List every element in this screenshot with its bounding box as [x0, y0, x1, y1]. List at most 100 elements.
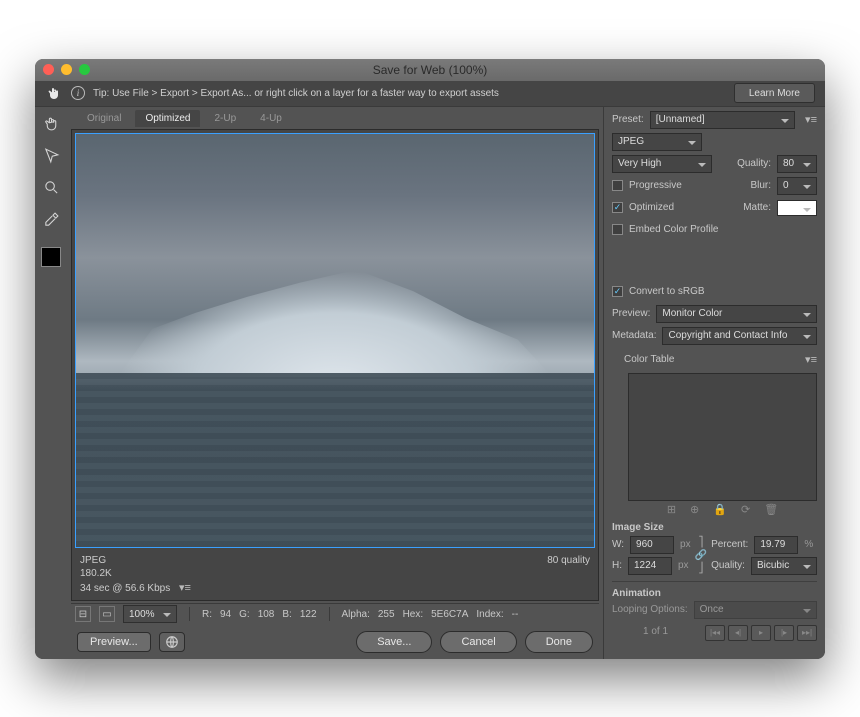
preview-info: JPEG 80 quality 180.2K 34 sec @ 56.6 Kbp… — [72, 551, 598, 600]
quality-preset-select[interactable]: Very High — [612, 155, 712, 173]
info-format: JPEG — [80, 555, 106, 566]
color-table-flyout-icon[interactable]: ▾≡ — [805, 353, 817, 366]
tab-4up[interactable]: 4-Up — [250, 110, 292, 127]
animation-header: Animation — [612, 588, 661, 599]
preview-area: JPEG 80 quality 180.2K 34 sec @ 56.6 Kbp… — [71, 129, 599, 601]
tip-text: Tip: Use File > Export > Export As... or… — [93, 88, 726, 99]
ct-icon[interactable]: ⊕ — [690, 503, 699, 516]
info-quality: 80 quality — [547, 555, 590, 566]
looping-select: Once — [694, 601, 817, 619]
b-value: 122 — [300, 609, 317, 620]
quality-input[interactable]: 80 — [777, 155, 817, 173]
hand-tool-icon[interactable] — [39, 113, 63, 135]
preview-image[interactable] — [75, 133, 595, 548]
resample-label: Quality: — [711, 560, 745, 571]
zoom-select[interactable]: 100% — [123, 605, 177, 623]
done-button[interactable]: Done — [525, 631, 593, 653]
browser-preview-dropdown[interactable] — [159, 632, 185, 652]
r-value: 94 — [220, 609, 231, 620]
next-frame-button: |▸ — [774, 625, 794, 641]
convert-srgb-checkbox[interactable] — [612, 286, 623, 297]
learn-more-button[interactable]: Learn More — [734, 83, 815, 103]
r-label: R: — [202, 609, 212, 620]
embed-profile-checkbox[interactable] — [612, 224, 623, 235]
percent-unit: % — [804, 539, 813, 550]
info-time: 34 sec @ 56.6 Kbps — [80, 583, 170, 594]
w-label: W: — [612, 539, 624, 550]
h-label: H: — [612, 560, 622, 571]
tab-optimized[interactable]: Optimized — [135, 110, 200, 127]
info-icon: i — [71, 86, 85, 100]
center-pane: Original Optimized 2-Up 4-Up JPEG 80 qua… — [67, 107, 603, 659]
index-value: -- — [512, 609, 519, 620]
index-label: Index: — [476, 609, 503, 620]
slice-select-tool-icon[interactable] — [39, 145, 63, 167]
ct-icon[interactable]: 🗑 — [764, 503, 778, 516]
color-table-icons: ⊞ ⊕ 🔒 ⟳ 🗑 — [612, 503, 817, 516]
save-button[interactable]: Save... — [356, 631, 432, 653]
fit-screen-icon[interactable]: ▭ — [99, 606, 115, 622]
matte-select[interactable] — [777, 200, 817, 216]
tab-2up[interactable]: 2-Up — [204, 110, 246, 127]
preview-menu-icon[interactable]: ▾≡ — [179, 581, 191, 594]
preview-select[interactable]: Monitor Color — [656, 305, 817, 323]
save-for-web-window: Save for Web (100%) i Tip: Use File > Ex… — [35, 59, 825, 659]
progressive-checkbox[interactable] — [612, 180, 623, 191]
preset-flyout-icon[interactable]: ▾≡ — [805, 113, 817, 126]
window-title: Save for Web (100%) — [35, 63, 825, 77]
preview-button[interactable]: Preview... — [77, 632, 151, 652]
resample-select[interactable]: Bicubic — [751, 557, 817, 575]
eyedropper-color-swatch[interactable] — [41, 247, 61, 267]
frame-indicator: 1 of 1 — [612, 626, 699, 637]
blur-input[interactable]: 0 — [777, 177, 817, 195]
alpha-value: 255 — [378, 609, 395, 620]
g-value: 108 — [258, 609, 275, 620]
ct-icon[interactable]: ⊞ — [667, 503, 676, 516]
metadata-label: Metadata: — [612, 330, 656, 341]
last-frame-button: ▸▸| — [797, 625, 817, 641]
preview-label: Preview: — [612, 308, 650, 319]
progressive-label: Progressive — [629, 180, 682, 191]
height-input[interactable]: 1224 — [628, 557, 672, 575]
color-table — [628, 373, 817, 501]
color-table-label: Color Table — [624, 354, 674, 365]
preset-select[interactable]: [Unnamed] — [650, 111, 795, 129]
zoom-tool-icon[interactable] — [39, 177, 63, 199]
embed-profile-label: Embed Color Profile — [629, 224, 718, 235]
image-size-header: Image Size — [612, 522, 664, 533]
optimized-label: Optimized — [629, 202, 674, 213]
constrain-icon[interactable]: 🔗 — [695, 550, 707, 561]
percent-label: Percent: — [711, 539, 748, 550]
g-label: G: — [239, 609, 250, 620]
hex-value: 5E6C7A — [431, 609, 468, 620]
optimized-checkbox[interactable] — [612, 202, 623, 213]
b-label: B: — [282, 609, 291, 620]
blur-label: Blur: — [750, 180, 771, 191]
metadata-select[interactable]: Copyright and Contact Info — [662, 327, 817, 345]
preview-tabs: Original Optimized 2-Up 4-Up — [71, 109, 599, 129]
prev-frame-button: ◂| — [728, 625, 748, 641]
percent-input[interactable]: 19.79 — [754, 536, 798, 554]
tip-bar: i Tip: Use File > Export > Export As... … — [35, 81, 825, 107]
preset-label: Preset: — [612, 114, 644, 125]
w-unit: px — [680, 539, 691, 550]
cancel-button[interactable]: Cancel — [440, 631, 516, 653]
quality-label: Quality: — [737, 158, 771, 169]
width-input[interactable]: 960 — [630, 536, 674, 554]
looping-label: Looping Options: — [612, 604, 688, 615]
hand-tool-icon[interactable] — [45, 84, 63, 102]
hex-label: Hex: — [403, 609, 424, 620]
ct-icon[interactable]: ⟳ — [741, 503, 750, 516]
h-unit: px — [678, 560, 689, 571]
orig-size-icon[interactable]: ⊟ — [75, 606, 91, 622]
matte-label: Matte: — [743, 202, 771, 213]
alpha-label: Alpha: — [342, 609, 370, 620]
bottom-bar: Preview... Save... Cancel Done — [71, 625, 599, 659]
tool-strip — [35, 107, 67, 659]
titlebar: Save for Web (100%) — [35, 59, 825, 81]
format-select[interactable]: JPEG — [612, 133, 702, 151]
ct-icon[interactable]: 🔒 — [713, 503, 727, 516]
eyedropper-tool-icon[interactable] — [39, 209, 63, 231]
tab-original[interactable]: Original — [77, 110, 131, 127]
info-size: 180.2K — [80, 568, 590, 579]
